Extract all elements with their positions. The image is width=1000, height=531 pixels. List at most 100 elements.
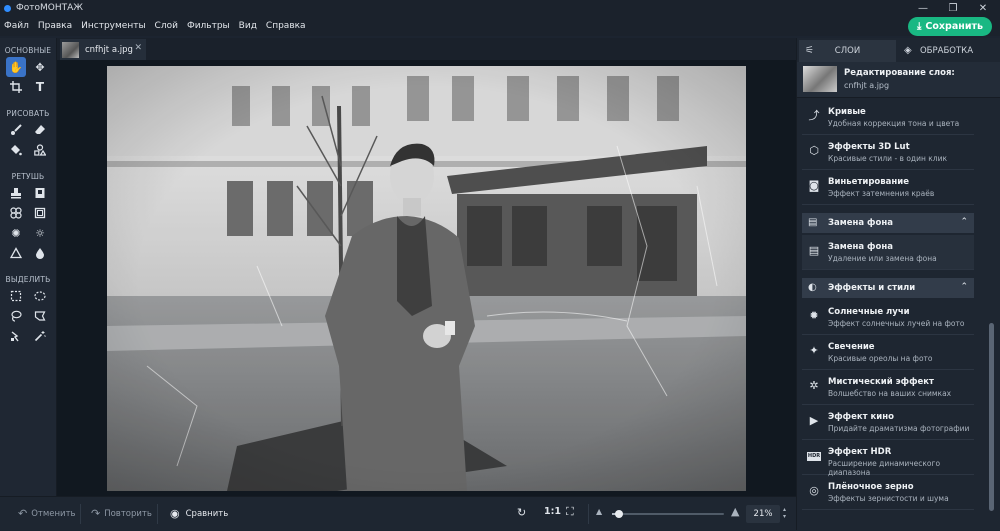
menu-filters[interactable]: Фильтры bbox=[187, 21, 230, 31]
rotate-icon[interactable]: ↻ bbox=[517, 506, 526, 519]
list-item[interactable]: ⤴ Кривые Удобная коррекция тона и цвета bbox=[802, 100, 974, 135]
eye-icon: ◉ bbox=[170, 507, 180, 520]
stamp-tool[interactable] bbox=[6, 183, 26, 203]
photo-canvas[interactable] bbox=[107, 66, 746, 491]
scrollbar-thumb[interactable] bbox=[989, 323, 994, 511]
tab-layers[interactable]: ⚟ СЛОИ bbox=[799, 40, 896, 62]
menu-help[interactable]: Справка bbox=[266, 21, 306, 31]
list-item[interactable]: ✦ Свечение Красивые ореолы на фото bbox=[802, 335, 974, 370]
list-item[interactable]: ⬡ Эффекты 3D Lut Красивые стили - в один… bbox=[802, 135, 974, 170]
magnetic-lasso-icon bbox=[11, 331, 19, 342]
brush-tool[interactable] bbox=[6, 120, 26, 140]
layers-icon: ◈ bbox=[904, 45, 912, 56]
layers-icon: ▤ bbox=[808, 244, 820, 257]
burn-tool[interactable]: ☼ bbox=[30, 223, 50, 243]
polygon-lasso-tool[interactable] bbox=[30, 306, 50, 326]
save-button[interactable]: ⤓ Сохранить bbox=[908, 17, 992, 36]
effect-subtitle: Придайте драматизма фотографии bbox=[828, 424, 970, 433]
fit-screen-icon[interactable]: ⛶ bbox=[566, 505, 574, 519]
text-icon: T bbox=[35, 80, 45, 94]
zoom-out-icon[interactable]: ▲ bbox=[596, 507, 602, 516]
magnetic-lasso-tool[interactable] bbox=[6, 326, 26, 346]
group-header-background[interactable]: ▤ Замена фона ⌃ bbox=[802, 213, 974, 233]
list-item[interactable]: ▤ Замена фона Удаление или замена фона bbox=[802, 235, 974, 270]
hand-tool[interactable]: ✋ bbox=[6, 57, 26, 77]
close-window-button[interactable]: ✕ bbox=[968, 0, 998, 16]
layer-edit-file: cnfhjt a.jpg bbox=[844, 81, 890, 90]
camera-icon: ▶ bbox=[809, 414, 819, 427]
redo-icon: ↷ bbox=[91, 507, 101, 520]
magic-wand-tool[interactable] bbox=[30, 326, 50, 346]
move-tool[interactable]: ✥ bbox=[30, 57, 50, 77]
crop-tool[interactable] bbox=[6, 77, 26, 97]
list-item[interactable]: HDR Эффект HDR Расширение динамического … bbox=[802, 440, 974, 477]
effect-title: Кривые bbox=[828, 107, 866, 117]
document-tab-name: cnfhjt a.jpg bbox=[85, 44, 133, 55]
zoom-level-field[interactable]: 21% bbox=[746, 505, 780, 523]
download-icon: ⤓ bbox=[917, 21, 922, 32]
effect-subtitle: Эффект солнечных лучей на фото bbox=[828, 319, 965, 328]
patch-tool[interactable] bbox=[30, 183, 50, 203]
text-tool[interactable]: T bbox=[30, 77, 50, 97]
heal-tool[interactable] bbox=[6, 203, 26, 223]
canvas-area[interactable] bbox=[57, 60, 796, 496]
document-tabs: cnfhjt a.jpg ✕ bbox=[57, 38, 796, 60]
ellipse-select-tool[interactable] bbox=[30, 286, 50, 306]
actual-size-button[interactable]: 1:1 bbox=[544, 506, 561, 517]
dodge-tool[interactable]: ✺ bbox=[6, 223, 26, 243]
hand-icon: ✋ bbox=[9, 60, 23, 74]
effect-title: Эффект HDR bbox=[828, 447, 892, 457]
divider bbox=[588, 504, 589, 524]
polygon-lasso-icon bbox=[34, 311, 46, 321]
list-item[interactable]: ▶ Эффект кино Придайте драматизма фотогр… bbox=[802, 405, 974, 440]
shapes-tool[interactable] bbox=[30, 140, 50, 160]
menu-tools[interactable]: Инструменты bbox=[81, 21, 145, 31]
sharpen-tool[interactable] bbox=[6, 243, 26, 263]
zoom-slider[interactable] bbox=[612, 510, 724, 518]
compare-label: Сравнить bbox=[185, 508, 229, 519]
tool-section-label: ВЫДЕЛИТЬ bbox=[5, 275, 51, 284]
lasso-tool[interactable] bbox=[6, 306, 26, 326]
menu-edit[interactable]: Правка bbox=[38, 21, 72, 31]
list-item[interactable]: ✹ Солнечные лучи Эффект солнечных лучей … bbox=[802, 300, 974, 335]
palette-icon: ◐ bbox=[808, 282, 817, 293]
group-title: Замена фона bbox=[828, 218, 893, 228]
minimize-button[interactable]: — bbox=[908, 0, 938, 16]
undo-button[interactable]: ↶ Отменить bbox=[18, 497, 80, 531]
eraser-tool[interactable] bbox=[30, 120, 50, 140]
redo-button[interactable]: ↷ Повторить bbox=[91, 497, 157, 531]
list-item[interactable]: ✲ Мистический эффект Волшебство на ваших… bbox=[802, 370, 974, 405]
crop-icon bbox=[10, 81, 22, 93]
lasso-icon bbox=[11, 310, 22, 322]
menu-layer[interactable]: Слой bbox=[155, 21, 178, 31]
window-title: ФотоМОНТАЖ bbox=[16, 3, 83, 13]
sharpen-icon bbox=[10, 247, 22, 259]
group-header-effects[interactable]: ◐ Эффекты и стили ⌃ bbox=[802, 278, 974, 298]
eraser-icon bbox=[35, 125, 45, 134]
dodge-icon: ✺ bbox=[11, 226, 21, 240]
rect-select-tool[interactable] bbox=[6, 286, 26, 306]
divider bbox=[80, 503, 81, 524]
menu-file[interactable]: Файл bbox=[4, 21, 29, 31]
magic-wand-icon bbox=[34, 331, 46, 342]
frame-tool[interactable] bbox=[30, 203, 50, 223]
compare-button[interactable]: ◉ Сравнить bbox=[170, 497, 228, 531]
tab-processing[interactable]: ◈ ОБРАБОТКА bbox=[898, 40, 995, 62]
close-tab-icon[interactable]: ✕ bbox=[134, 43, 142, 53]
burn-icon: ☼ bbox=[35, 226, 45, 240]
zoom-stepper-icon[interactable]: ▴ ▾ bbox=[783, 506, 786, 520]
zoom-in-icon[interactable]: ▲ bbox=[731, 505, 739, 518]
rect-select-icon bbox=[10, 290, 22, 302]
ellipse-select-icon bbox=[34, 291, 46, 301]
list-item[interactable]: ◙ Виньетирование Эффект затемнения краёв bbox=[802, 170, 974, 205]
list-item[interactable]: ◎ Плёночное зерно Эффекты зернистости и … bbox=[802, 475, 974, 510]
maximize-button[interactable]: ❐ bbox=[938, 0, 968, 16]
zoom-slider-handle[interactable] bbox=[615, 510, 623, 518]
move-icon: ✥ bbox=[35, 60, 45, 74]
blur-tool[interactable] bbox=[30, 243, 50, 263]
fill-tool[interactable] bbox=[6, 140, 26, 160]
effects-scrollbar[interactable] bbox=[988, 98, 994, 526]
tab-layers-label: СЛОИ bbox=[834, 46, 861, 56]
menu-view[interactable]: Вид bbox=[239, 21, 257, 31]
document-tab[interactable]: cnfhjt a.jpg ✕ bbox=[60, 39, 146, 60]
